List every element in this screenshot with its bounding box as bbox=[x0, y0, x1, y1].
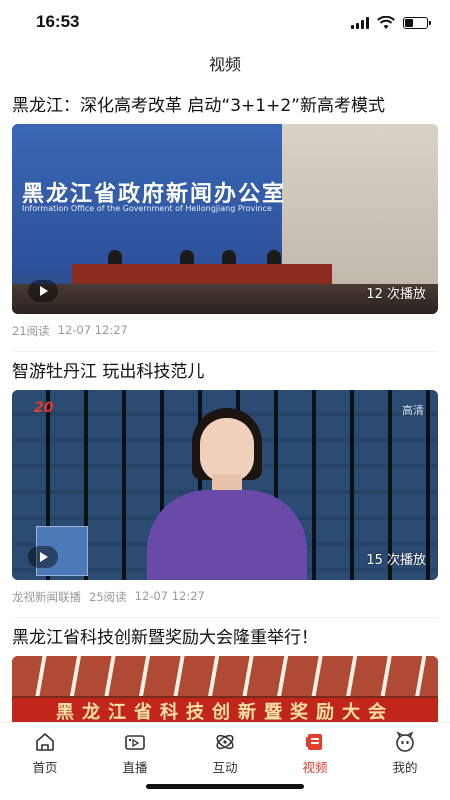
wifi-icon bbox=[377, 16, 395, 29]
video-feed[interactable]: 黑龙江：深化高考改革 启动“3+1+2”新高考模式 黑龙江省政府新闻办公室 In… bbox=[0, 86, 450, 722]
status-time: 16:53 bbox=[36, 12, 80, 31]
video-card[interactable]: 黑龙江：深化高考改革 启动“3+1+2”新高考模式 黑龙江省政府新闻办公室 In… bbox=[0, 94, 450, 352]
video-meta: 龙视新闻联播 25阅读 12-07 12:27 bbox=[12, 589, 438, 605]
video-thumbnail[interactable]: 黑龙江省科技创新暨奖励大会 bbox=[12, 656, 438, 722]
profile-icon bbox=[396, 731, 414, 752]
tab-profile[interactable]: 我的 bbox=[370, 731, 440, 776]
thumbnail-banner-text: 黑龙江省科技创新暨奖励大会 bbox=[12, 698, 438, 722]
page-header: 视频 bbox=[0, 44, 450, 82]
publish-time: 12-07 12:27 bbox=[134, 589, 205, 603]
tab-label: 首页 bbox=[32, 760, 58, 775]
video-card[interactable]: 黑龙江省科技创新暨奖励大会隆重举行！ 黑龙江省科技创新暨奖励大会 bbox=[0, 626, 450, 722]
interaction-icon bbox=[216, 734, 234, 750]
tab-live[interactable]: 直播 bbox=[100, 731, 170, 776]
source-name: 龙视新闻联播 bbox=[12, 590, 81, 604]
tab-label: 直播 bbox=[122, 760, 148, 775]
status-icons bbox=[351, 16, 431, 30]
cellular-signal-icon bbox=[351, 17, 369, 29]
hd-badge: 高清 bbox=[402, 404, 424, 417]
read-count: 25阅读 bbox=[89, 590, 127, 604]
tab-home[interactable]: 首页 bbox=[10, 731, 80, 776]
thumbnail-channel-tag: 20 bbox=[34, 400, 54, 416]
thumbnail-ceiling bbox=[12, 656, 438, 696]
publish-time: 12-07 12:27 bbox=[57, 323, 128, 337]
home-icon bbox=[36, 733, 54, 751]
video-icon bbox=[306, 734, 322, 750]
play-button[interactable] bbox=[28, 280, 58, 302]
tab-label: 视频 bbox=[302, 760, 328, 775]
video-title[interactable]: 黑龙江省科技创新暨奖励大会隆重举行！ bbox=[12, 626, 438, 650]
play-count: 15 次播放 bbox=[366, 553, 426, 568]
tab-label: 互动 bbox=[212, 760, 238, 775]
video-title[interactable]: 黑龙江：深化高考改革 启动“3+1+2”新高考模式 bbox=[12, 94, 438, 118]
home-indicator bbox=[146, 784, 304, 789]
video-thumbnail[interactable]: 20 高清 15 次播放 bbox=[12, 390, 438, 580]
video-card[interactable]: 智游牡丹江 玩出科技范儿 20 高清 15 次播放 龙视新闻联播 25阅读 12… bbox=[0, 360, 450, 618]
play-button[interactable] bbox=[28, 546, 58, 568]
video-meta: 21阅读 12-07 12:27 bbox=[12, 323, 438, 339]
page-title: 视频 bbox=[208, 55, 241, 74]
video-title[interactable]: 智游牡丹江 玩出科技范儿 bbox=[12, 360, 438, 384]
thumbnail-banner-subtext: Information Office of the Government of … bbox=[22, 204, 272, 213]
card-divider bbox=[12, 351, 438, 352]
status-bar: 16:53 bbox=[0, 0, 450, 44]
thumbnail-anchor-face bbox=[200, 418, 254, 482]
video-thumbnail[interactable]: 黑龙江省政府新闻办公室 Information Office of the Go… bbox=[12, 124, 438, 314]
live-camera-icon bbox=[125, 735, 145, 750]
play-count: 12 次播放 bbox=[366, 287, 426, 302]
battery-icon bbox=[403, 17, 431, 29]
read-count: 21阅读 bbox=[12, 324, 50, 338]
tab-interaction[interactable]: 互动 bbox=[190, 731, 260, 776]
tab-video[interactable]: 视频 bbox=[280, 731, 350, 776]
card-divider bbox=[12, 617, 438, 618]
tab-label: 我的 bbox=[392, 760, 418, 775]
thumbnail-anchor-body bbox=[147, 490, 307, 580]
